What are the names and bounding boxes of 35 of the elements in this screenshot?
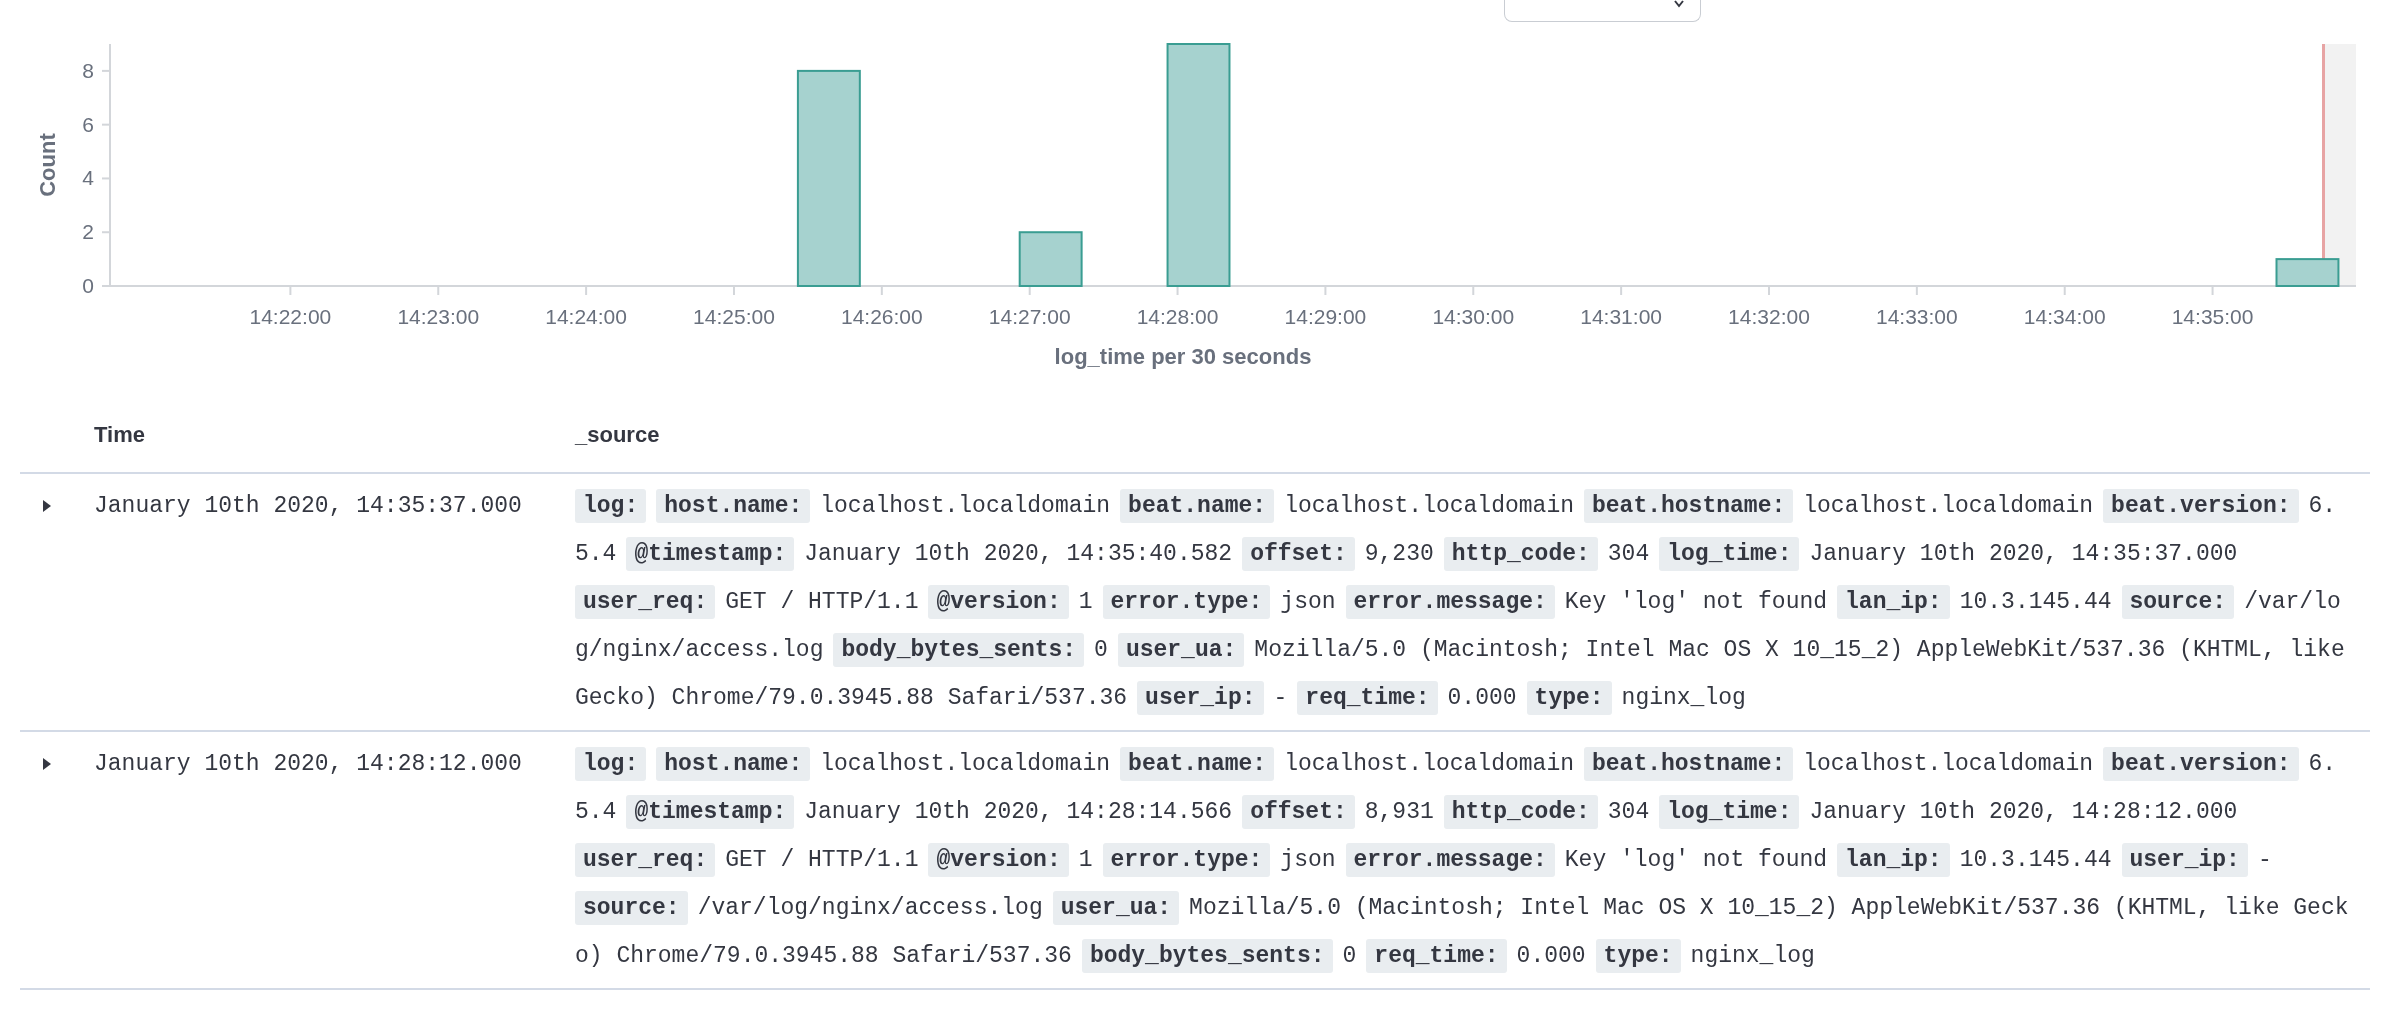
x-tick-label: 14:32:00 (1728, 305, 1810, 328)
histogram-bar[interactable] (1018, 231, 1083, 287)
source-cell: log: host.name: localhost.localdomain beat.name: localhost.localdomain beat.hostname: localhost.localdomain beat.version: 6.5.4 @timestamp: January 10th 2020, 14:35:40.582 offset: 9,230 http_code: 304 log_time: January 10th 2020, 14:35:37.000 user_req: GET / HTTP/1.1 @version: 1 error.type: json error.message: Key 'log' not found lan_ip: 10.3.145.44 source: /var/log/nginx/access.log body_bytes_sents: 0 user_ua: Mozilla/5.0 (Macintosh; Intel Mac OS X 10_15_2) AppleWebKit/537.36 (KHTML, like Gecko) Chrome/79.0.3945.88 Safari/537.36 user_ip: - req_time: 0.000 type: nginx_log (575, 482, 2370, 722)
histogram-bar[interactable] (796, 69, 861, 287)
x-tick-label: 14:27:00 (988, 305, 1071, 328)
x-tick-label: 14:34:00 (2023, 305, 2106, 328)
time-cell-text: January 10th 2020, 14:35:37.000 (94, 492, 523, 521)
y-axis-label: Count (35, 133, 60, 197)
x-tick-label: 14:30:00 (1432, 305, 1515, 328)
caret-icon (41, 499, 53, 513)
x-tick-label: 14:22:00 (249, 305, 332, 328)
x-tick-label: 14:25:00 (693, 305, 775, 328)
x-tick-label: 14:33:00 (1876, 305, 1958, 328)
column-header[interactable]: Time (94, 418, 575, 451)
time-cell-text: January 10th 2020, 14:28:12.000 (94, 750, 523, 779)
x-tick-label: 14:31:00 (1580, 305, 1662, 328)
source-cell: log: host.name: localhost.localdomain beat.name: localhost.localdomain beat.hostname: localhost.localdomain beat.version: 6.5.4 @timestamp: January 10th 2020, 14:28:14.566 offset: 8,931 http_code: 304 log_time: January 10th 2020, 14:28:12.000 user_req: GET / HTTP/1.1 @version: 1 error.type: json error.message: Key 'log' not found lan_ip: 10.3.145.44 user_ip: - source: /var/log/nginx/access.log user_ua: Mozilla/5.0 (Macintosh; Intel Mac OS X 10_15_2) AppleWebKit/537.36 (KHTML, like Gecko) Chrome/79.0.3945.88 Safari/537.36 body_bytes_sents: 0 req_time: 0.000 type: nginx_log (575, 740, 2370, 980)
x-tick-label: 14:28:00 (1136, 305, 1219, 328)
y-tick-label: 8 (82, 58, 94, 82)
interval-dropdown[interactable] (1504, 0, 1701, 22)
histogram-bar[interactable] (1166, 43, 1231, 287)
histogram-bar[interactable] (2275, 258, 2340, 287)
x-tick-label: 14:24:00 (545, 305, 627, 328)
y-tick-label: 2 (82, 220, 94, 244)
x-tick-label: 14:35:00 (2171, 305, 2254, 328)
chevron-icon (1674, 0, 1684, 8)
column-header[interactable]: _source (575, 418, 660, 451)
x-tick-label: 14:29:00 (1284, 305, 1367, 328)
y-tick-label: 0 (82, 274, 94, 297)
y-tick-label: 6 (82, 112, 94, 136)
caret-icon (41, 757, 53, 771)
x-axis-label: log_time per 30 seconds (1054, 344, 1312, 369)
x-tick-label: 14:23:00 (397, 305, 480, 328)
y-tick-label: 4 (82, 166, 94, 190)
x-tick-label: 14:26:00 (840, 305, 923, 328)
